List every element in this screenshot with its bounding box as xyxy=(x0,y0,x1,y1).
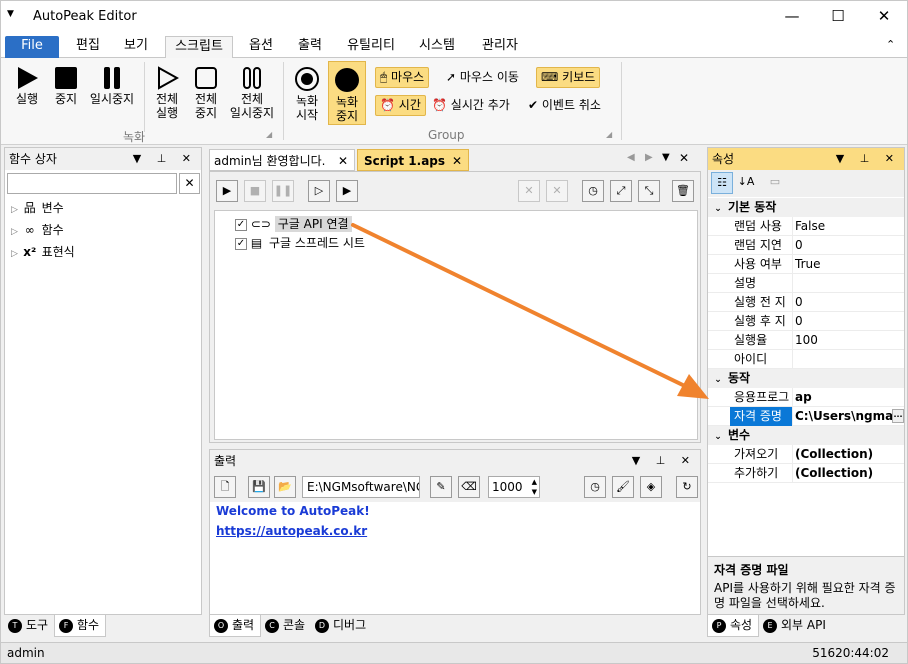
status-bar: admin 51620:44:02 xyxy=(1,642,907,663)
status-user: admin xyxy=(7,646,45,660)
status-time: 51620:44:02 xyxy=(812,646,889,660)
app-window: ▼ AutoPeak Editor — ☐ ✕ File 편집 보기 스크립트 … xyxy=(0,0,908,664)
annotation-arrow xyxy=(351,223,709,399)
